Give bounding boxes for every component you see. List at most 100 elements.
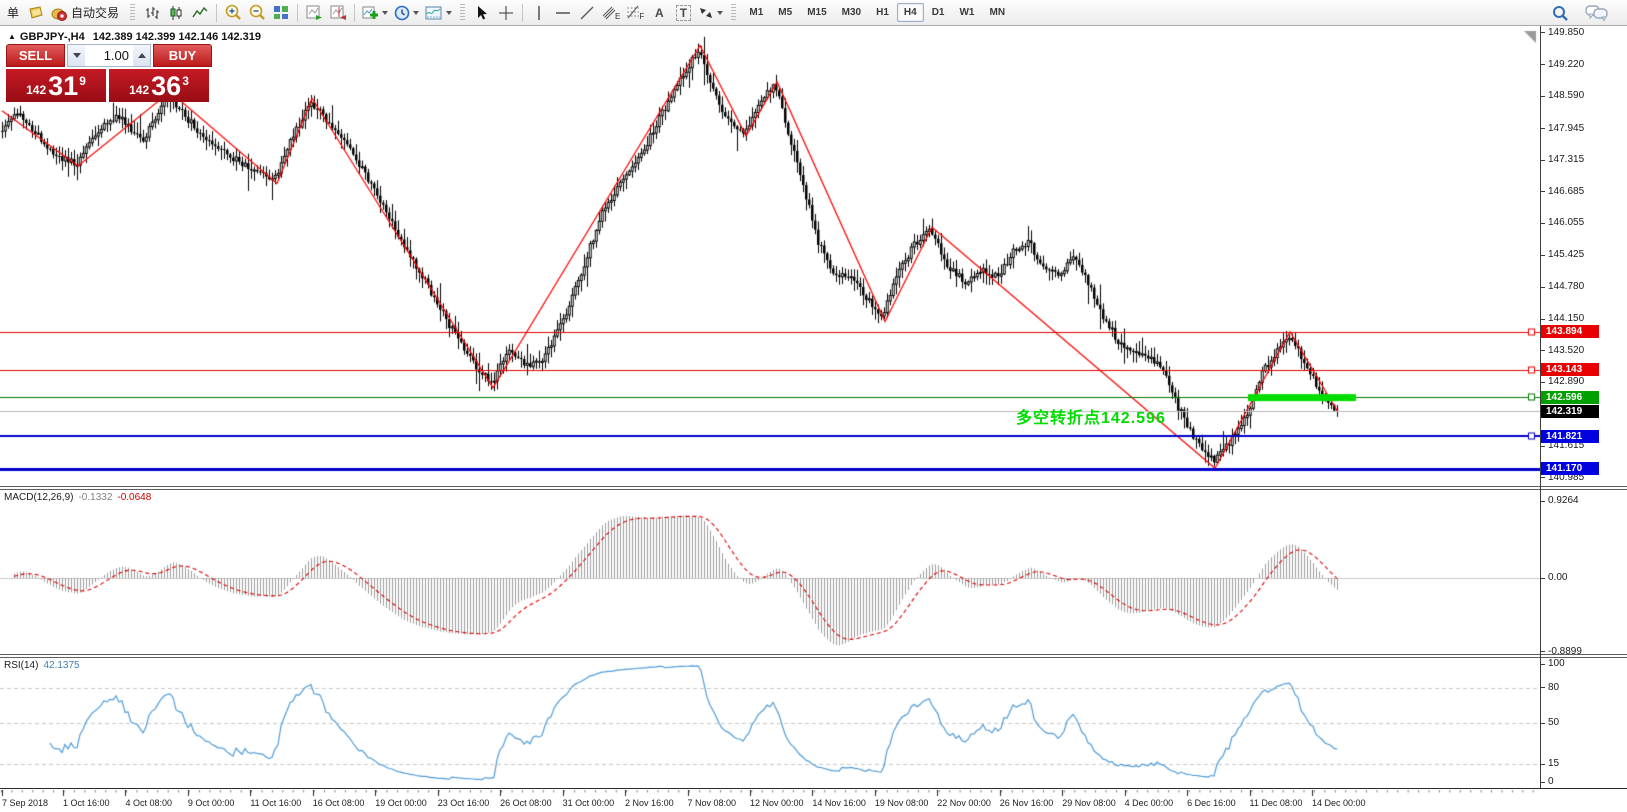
timeframe-m30-button[interactable]: M30 (835, 3, 868, 22)
dropdown-caret-icon (382, 11, 388, 15)
macd-axis-tick (1541, 651, 1545, 652)
arrows-tool[interactable] (696, 3, 725, 23)
macd-main-value: -0.1332 (78, 492, 112, 503)
horizontal-line-tool[interactable] (552, 3, 574, 23)
timeframe-m5-button[interactable]: M5 (771, 3, 799, 22)
price-axis-tick-label: 146.685 (1548, 186, 1584, 197)
price-tag-141.170[interactable]: 141.170 (1541, 462, 1599, 475)
timeframe-mn-button[interactable]: MN (982, 3, 1012, 22)
volume-increase-button[interactable] (133, 45, 150, 66)
sell-price-box[interactable]: 142319 (6, 69, 106, 102)
zoom-out-icon (248, 4, 266, 21)
crosshair-button[interactable] (495, 3, 517, 23)
buy-price-sup: 3 (182, 74, 189, 88)
price-axis-tick-label: 145.425 (1548, 249, 1584, 260)
volume-decrease-button[interactable] (68, 45, 85, 66)
templates-button[interactable] (423, 3, 454, 23)
text-tool[interactable]: A (648, 3, 670, 23)
time-axis-label: 1 Oct 16:00 (63, 798, 110, 808)
price-axis-tick-label: 144.780 (1548, 281, 1584, 292)
macd-axis-label: 0.00 (1548, 572, 1567, 583)
bar-chart-button[interactable] (141, 3, 163, 23)
price-axis-tick (1541, 319, 1545, 320)
price-axis-tick-label: 146.055 (1548, 217, 1584, 228)
tile-windows-button[interactable] (270, 3, 292, 23)
horizontal-line-icon (555, 7, 571, 19)
text-label-tool[interactable]: T (672, 3, 694, 23)
timeframe-group: M1M5M15M30H1H4D1W1MN (742, 3, 1012, 22)
bar-chart-icon (144, 5, 160, 21)
candlestick-chart-button[interactable] (165, 3, 187, 23)
indicators-add-icon (362, 5, 379, 21)
periods-button[interactable] (392, 3, 421, 23)
cursor-arrow-icon (475, 5, 489, 21)
macd-axis-label: 0.9264 (1548, 495, 1579, 506)
chart-shift-button[interactable] (327, 3, 349, 23)
chart-text-annotation: 多空转折点142.596 (1016, 404, 1166, 428)
toolbar-handle (130, 4, 135, 22)
time-axis-label: 22 Nov 00:00 (937, 798, 991, 808)
buy-price-box[interactable]: 142363 (109, 69, 209, 102)
autotrading-button[interactable]: 自动交易 (48, 3, 124, 23)
sell-button[interactable]: SELL (6, 44, 65, 67)
timeframe-w1-button[interactable]: W1 (952, 3, 981, 22)
volume-input[interactable] (85, 45, 133, 66)
macd-canvas[interactable] (0, 490, 1540, 654)
price-axis-tick (1541, 32, 1545, 33)
fibonacci-tool[interactable]: F (624, 3, 646, 23)
indicators-button[interactable] (360, 3, 390, 23)
up-arrow-icon (138, 53, 146, 58)
price-axis-tick-label: 147.315 (1548, 154, 1584, 165)
cursor-button[interactable] (471, 3, 493, 23)
zoom-out-button[interactable] (246, 3, 268, 23)
time-axis-label: 19 Oct 00:00 (375, 798, 427, 808)
price-tag-142.596[interactable]: 142.596 (1541, 391, 1599, 404)
price-tag-141.821[interactable]: 141.821 (1541, 430, 1599, 443)
down-arrow-icon (73, 53, 81, 58)
time-axis-label: 26 Nov 16:00 (1000, 798, 1054, 808)
time-axis-label: 31 Oct 00:00 (563, 798, 615, 808)
search-icon[interactable] (1551, 4, 1569, 22)
history-button[interactable] (24, 3, 46, 23)
arrows-icon (698, 6, 714, 20)
symbol-marker-icon: ▲ (8, 32, 16, 41)
chart-area: 149.850149.220148.590147.945147.315146.6… (0, 26, 1627, 812)
buy-button[interactable]: BUY (153, 44, 212, 67)
price-tag-143.894[interactable]: 143.894 (1541, 325, 1599, 338)
rsi-canvas[interactable] (0, 658, 1540, 788)
zoom-in-icon (224, 4, 242, 21)
time-axis-label: 4 Dec 00:00 (1125, 798, 1174, 808)
time-axis-label: 11 Oct 16:00 (250, 798, 301, 808)
timeframe-m1-button[interactable]: M1 (742, 3, 770, 22)
new-order-label[interactable]: 单 (4, 4, 22, 21)
price-axis-tick-label: 149.850 (1548, 27, 1584, 38)
timeframe-m15-button[interactable]: M15 (800, 3, 833, 22)
timeframe-h1-button[interactable]: H1 (869, 3, 896, 22)
text-tool-icon: A (655, 6, 664, 20)
time-axis-label: 7 Nov 08:00 (688, 798, 737, 808)
channel-sub-label: E (615, 12, 620, 21)
price-tag-143.143[interactable]: 143.143 (1541, 363, 1599, 376)
price-tag-142.319[interactable]: 142.319 (1541, 405, 1599, 418)
macd-signal-value: -0.0648 (117, 492, 151, 503)
price-chart-canvas[interactable] (0, 26, 1540, 486)
macd-indicator-label: MACD(12,26,9)-0.1332-0.0648 (4, 492, 151, 503)
price-axis-tick (1541, 128, 1545, 129)
equidistant-channel-tool[interactable]: E (600, 3, 622, 23)
timeframe-h4-button[interactable]: H4 (897, 3, 924, 22)
line-chart-icon (192, 5, 208, 21)
rsi-name: RSI(14) (4, 660, 38, 671)
time-axis-label: 11 Dec 08:00 (1250, 798, 1303, 808)
chat-icon[interactable] (1585, 4, 1609, 22)
auto-scroll-button[interactable] (303, 3, 325, 23)
price-axis-tick (1541, 350, 1545, 351)
toolbar-separator (354, 4, 355, 22)
trendline-tool[interactable] (576, 3, 598, 23)
line-chart-button[interactable] (189, 3, 211, 23)
timeframe-d1-button[interactable]: D1 (925, 3, 952, 22)
time-axis[interactable]: 7 Sep 20181 Oct 16:004 Oct 08:009 Oct 00… (0, 788, 1627, 812)
zoom-in-button[interactable] (222, 3, 244, 23)
vertical-line-icon (533, 5, 545, 21)
toolbar-separator (216, 4, 217, 22)
vertical-line-tool[interactable] (528, 3, 550, 23)
